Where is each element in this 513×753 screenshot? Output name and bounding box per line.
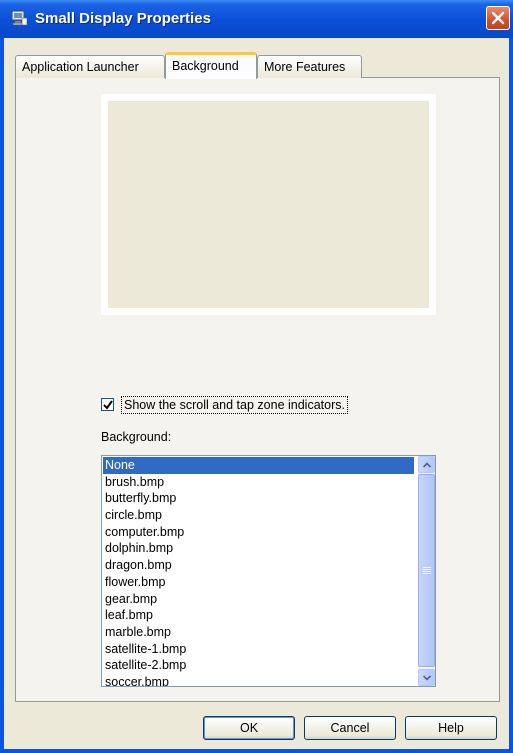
list-item[interactable]: marble.bmp — [103, 624, 414, 641]
list-item[interactable]: brush.bmp — [103, 474, 414, 491]
list-scrollbar[interactable] — [418, 456, 435, 686]
cancel-button[interactable]: Cancel — [304, 716, 396, 740]
title-bar[interactable]: Small Display Properties — [0, 0, 513, 38]
tab-background[interactable]: Background — [165, 52, 257, 79]
background-preview — [101, 94, 436, 315]
ok-button[interactable]: OK — [203, 716, 295, 740]
list-item[interactable]: gear.bmp — [103, 591, 414, 608]
background-listbox[interactable]: None brush.bmp butterfly.bmp circle.bmp … — [101, 455, 436, 687]
list-item[interactable]: dragon.bmp — [103, 557, 414, 574]
scroll-indicator-label[interactable]: Show the scroll and tap zone indicators. — [121, 396, 348, 414]
list-item[interactable]: None — [103, 457, 414, 474]
close-button[interactable] — [486, 6, 510, 30]
window-title: Small Display Properties — [35, 10, 211, 27]
list-item[interactable]: soccer.bmp — [103, 674, 414, 686]
dialog-window: Small Display Properties Show the scroll… — [0, 0, 513, 753]
tab-more-features[interactable]: More Features — [257, 55, 362, 78]
help-button[interactable]: Help — [405, 716, 497, 740]
scroll-indicator-checkbox[interactable] — [101, 398, 114, 411]
chevron-down-icon — [423, 675, 431, 681]
list-item[interactable]: satellite-1.bmp — [103, 641, 414, 658]
list-item[interactable]: satellite-2.bmp — [103, 657, 414, 674]
list-item[interactable]: flower.bmp — [103, 574, 414, 591]
checkmark-icon — [103, 400, 113, 410]
list-item[interactable]: circle.bmp — [103, 507, 414, 524]
list-item[interactable]: dolphin.bmp — [103, 540, 414, 557]
list-item[interactable]: computer.bmp — [103, 524, 414, 541]
display-properties-icon — [10, 10, 28, 27]
close-icon — [491, 11, 505, 25]
background-list-items: None brush.bmp butterfly.bmp circle.bmp … — [103, 457, 414, 686]
scroll-thumb[interactable] — [418, 474, 435, 667]
scroll-up-button[interactable] — [418, 456, 435, 473]
tab-application-launcher[interactable]: Application Launcher — [15, 55, 165, 78]
scroll-down-button[interactable] — [418, 669, 435, 686]
background-label: Background: — [101, 430, 172, 444]
chevron-up-icon — [423, 462, 431, 468]
list-item[interactable]: leaf.bmp — [103, 607, 414, 624]
tab-panel-background: Show the scroll and tap zone indicators.… — [15, 77, 500, 702]
list-item[interactable]: butterfly.bmp — [103, 490, 414, 507]
